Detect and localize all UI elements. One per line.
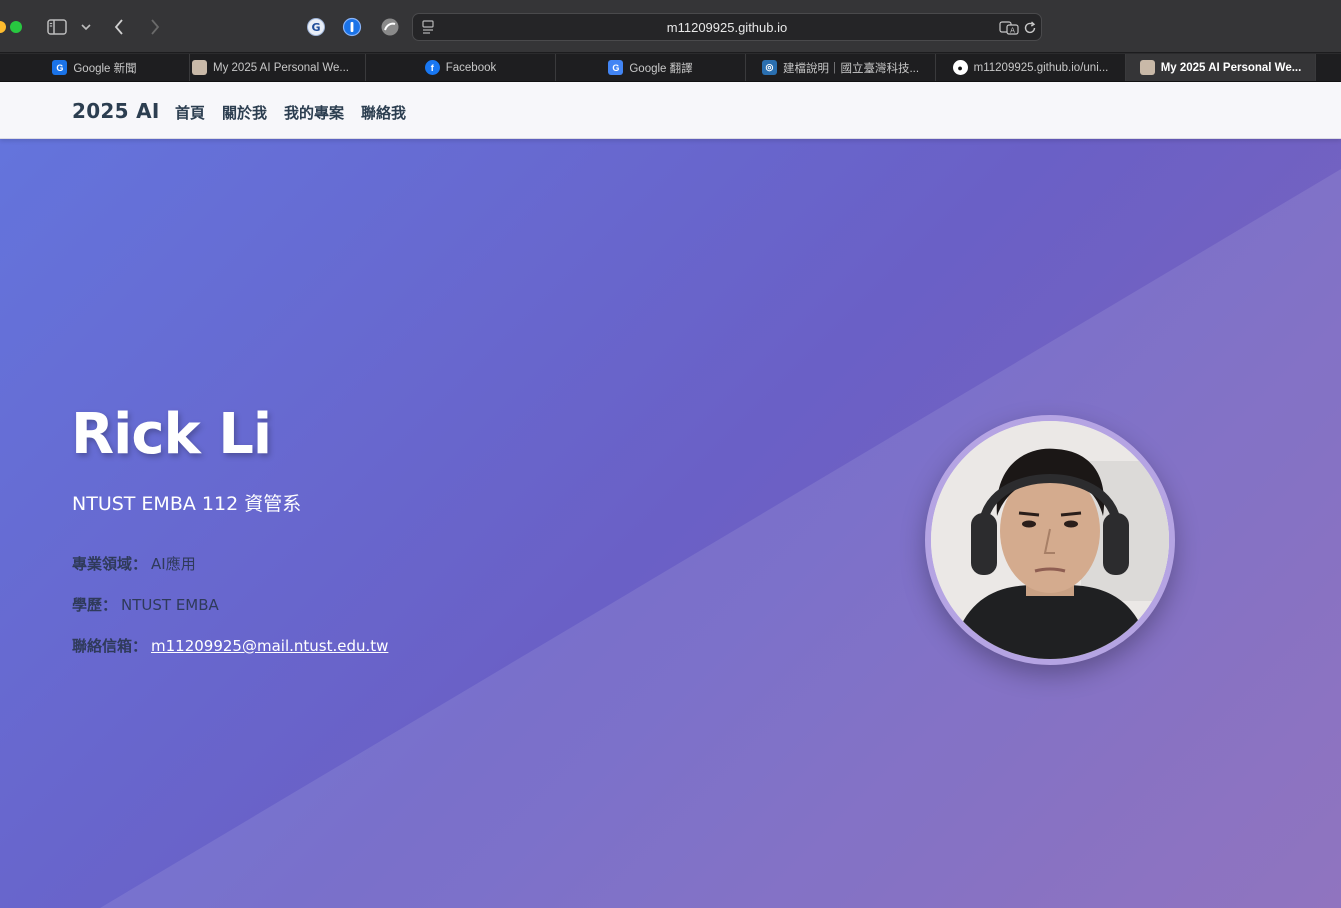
tab-google-translate[interactable]: G Google 翻譯 (556, 54, 746, 81)
svg-text:A: A (1010, 27, 1015, 35)
field-value: AI應用 (151, 555, 196, 573)
education-label: 學歷： (72, 596, 118, 614)
profile-photo (925, 415, 1175, 665)
ntust-icon: ◎ (761, 60, 777, 75)
password-manager-icon[interactable] (341, 16, 363, 38)
hero-name: Rick Li (71, 402, 272, 467)
nav-link-home[interactable]: 首頁 (175, 102, 205, 123)
hero-subtitle: NTUST EMBA 112 資管系 (72, 493, 302, 515)
nav-links: 首頁 關於我 我的專案 聯絡我 (175, 102, 406, 123)
tab-facebook[interactable]: f Facebook (366, 54, 556, 81)
site-brand[interactable]: 2025 AI (72, 99, 160, 123)
google-translate-icon: G (608, 60, 624, 75)
extension-sync-icon[interactable] (379, 16, 401, 38)
translate-page-icon[interactable]: A (999, 20, 1019, 39)
tab-google-news[interactable]: G Google 新聞 (0, 54, 190, 81)
site-avatar-icon (1139, 60, 1155, 75)
email-label: 聯絡信箱： (72, 637, 148, 655)
site-navbar: 2025 AI 首頁 關於我 我的專案 聯絡我 (0, 82, 1341, 139)
zoom-window-button[interactable] (10, 21, 22, 33)
tab-ntust[interactable]: ◎ 建檔說明｜國立臺灣科技... (746, 54, 936, 81)
reload-icon[interactable] (1023, 20, 1037, 39)
info-email-row: 聯絡信箱： m11209925@mail.ntust.edu.tw (72, 635, 388, 656)
chevron-down-icon[interactable] (80, 20, 92, 34)
nav-link-projects[interactable]: 我的專案 (284, 102, 344, 123)
extension-translate-icon[interactable]: G (305, 16, 327, 38)
back-icon[interactable] (111, 16, 127, 38)
web-page: 2025 AI 首頁 關於我 我的專案 聯絡我 Rick Li NTUST EM… (0, 82, 1341, 908)
sidebar-toggle-icon[interactable] (46, 17, 68, 37)
svg-text:G: G (311, 21, 320, 34)
nav-link-contact[interactable]: 聯絡我 (361, 102, 406, 123)
browser-toolbar: G m11209925.github.io A (0, 0, 1341, 53)
tab-personal-site[interactable]: My 2025 AI Personal We... (176, 54, 366, 81)
tab-strip: G Google 新聞 My 2025 AI Personal We... f … (0, 54, 1341, 82)
google-news-icon: G (52, 60, 68, 75)
github-icon: ● (952, 60, 968, 75)
info-field-row: 專業領域： AI應用 (72, 553, 196, 574)
hero-section: Rick Li NTUST EMBA 112 資管系 專業領域： AI應用 學歷：… (0, 139, 1341, 908)
info-education-row: 學歷： NTUST EMBA (72, 594, 219, 615)
minimize-window-button[interactable] (0, 21, 6, 33)
field-label: 專業領域： (72, 555, 148, 573)
education-value: NTUST EMBA (121, 596, 219, 614)
address-bar[interactable]: m11209925.github.io A (412, 13, 1042, 41)
tab-personal-site-active[interactable]: My 2025 AI Personal We... (1126, 54, 1316, 81)
forward-icon[interactable] (147, 16, 163, 38)
email-link[interactable]: m11209925@mail.ntust.edu.tw (151, 637, 388, 655)
nav-link-about[interactable]: 關於我 (222, 102, 267, 123)
tab-github[interactable]: ● m11209925.github.io/uni... (936, 54, 1126, 81)
url-text[interactable]: m11209925.github.io (413, 20, 1041, 35)
site-avatar-icon (192, 60, 208, 75)
facebook-icon: f (424, 60, 440, 75)
